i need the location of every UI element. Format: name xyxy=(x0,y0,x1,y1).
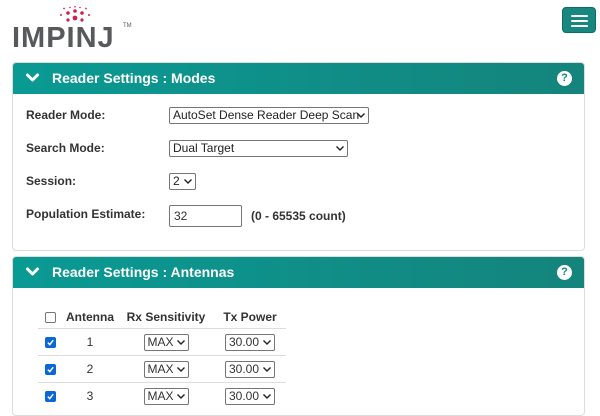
chevron-down-icon xyxy=(263,366,271,372)
chevron-down-icon xyxy=(176,366,185,372)
tx-power-select[interactable]: 30.00 xyxy=(225,333,275,351)
menu-toggle-button[interactable] xyxy=(562,7,596,33)
select-all-checkbox[interactable] xyxy=(44,311,56,323)
population-estimate-label: Population Estimate: xyxy=(26,207,146,221)
reader-mode-value: AutoSet Dense Reader Deep Scan xyxy=(173,108,360,122)
rx-value: MAX xyxy=(147,334,174,349)
session-select[interactable]: 2 xyxy=(169,173,196,190)
table-row: 3 MAX 30.00 xyxy=(38,382,286,409)
row-checkbox-cell xyxy=(38,355,62,383)
rx-sensitivity-select[interactable]: MAX xyxy=(143,360,189,378)
antenna-enable-checkbox[interactable] xyxy=(44,337,56,349)
row-checkbox-cell xyxy=(38,382,62,409)
antenna-number: 2 xyxy=(62,355,118,383)
tx-cell: 30.00 xyxy=(214,355,286,383)
reader-antennas-panel: Reader Settings : Antennas ? Antenna Rx … xyxy=(12,256,585,416)
check-icon xyxy=(46,367,54,374)
reader-modes-panel-header[interactable]: Reader Settings : Modes ? xyxy=(13,63,584,94)
antenna-enable-checkbox[interactable] xyxy=(44,364,56,376)
rx-sensitivity-select[interactable]: MAX xyxy=(143,333,189,351)
session-label: Session: xyxy=(26,174,77,188)
tx-value: 30.00 xyxy=(229,388,260,403)
table-header-row: Antenna Rx Sensitivity Tx Power xyxy=(38,305,286,329)
logo-wordmark: IMPINJ xyxy=(12,22,115,54)
rx-cell: MAX xyxy=(118,355,214,383)
rx-value: MAX xyxy=(147,388,174,403)
antenna-table: Antenna Rx Sensitivity Tx Power 1 MAX 30… xyxy=(38,305,286,409)
chevron-down-icon xyxy=(184,179,192,184)
population-estimate-input[interactable]: 32 xyxy=(169,205,242,227)
table-row: 1 MAX 30.00 xyxy=(38,328,286,356)
reader-mode-label: Reader Mode: xyxy=(26,108,106,122)
antenna-number: 3 xyxy=(62,382,118,409)
help-icon[interactable]: ? xyxy=(557,265,572,280)
hamburger-icon xyxy=(571,15,588,17)
reader-mode-select[interactable]: AutoSet Dense Reader Deep Scan xyxy=(169,107,369,124)
antenna-enable-checkbox[interactable] xyxy=(44,391,56,403)
chevron-down-icon xyxy=(176,339,185,345)
tx-power-select[interactable]: 30.00 xyxy=(225,360,275,378)
chevron-down-icon xyxy=(176,393,185,399)
panel-title: Reader Settings : Modes xyxy=(52,70,216,86)
check-icon xyxy=(46,340,54,347)
page-header: IMPINJ TM xyxy=(0,0,600,58)
hamburger-icon xyxy=(571,20,588,22)
session-value: 2 xyxy=(173,174,180,188)
tx-cell: 30.00 xyxy=(214,382,286,409)
tx-value: 30.00 xyxy=(229,334,260,349)
row-checkbox-cell xyxy=(38,328,62,356)
tx-value: 30.00 xyxy=(229,361,260,376)
column-header-tx-power: Tx Power xyxy=(223,309,277,324)
hamburger-icon xyxy=(571,25,588,27)
rx-sensitivity-select[interactable]: MAX xyxy=(143,387,189,405)
chevron-down-icon xyxy=(336,146,344,151)
chevron-down-icon xyxy=(357,113,365,118)
tx-power-select[interactable]: 30.00 xyxy=(225,387,275,405)
chevron-down-icon xyxy=(263,393,271,399)
panel-title: Reader Settings : Antennas xyxy=(52,264,235,280)
search-mode-label: Search Mode: xyxy=(26,141,105,155)
column-header-antenna: Antenna xyxy=(66,309,114,324)
reader-modes-panel: Reader Settings : Modes ? Reader Mode: A… xyxy=(12,62,585,251)
help-icon[interactable]: ? xyxy=(557,71,572,86)
column-header-rx-sensitivity: Rx Sensitivity xyxy=(126,309,206,324)
reader-antennas-panel-header[interactable]: Reader Settings : Antennas ? xyxy=(13,257,584,288)
chevron-down-icon xyxy=(26,267,39,276)
chevron-down-icon xyxy=(26,73,39,82)
search-mode-value: Dual Target xyxy=(173,141,235,155)
logo-trademark: TM xyxy=(123,23,132,29)
rx-cell: MAX xyxy=(118,328,214,356)
search-mode-select[interactable]: Dual Target xyxy=(169,140,348,157)
impinj-logo: IMPINJ TM xyxy=(12,4,132,54)
rx-cell: MAX xyxy=(118,382,214,409)
select-all-cell xyxy=(38,305,62,329)
population-range-hint: (0 - 65535 count) xyxy=(251,209,346,223)
chevron-down-icon xyxy=(263,339,271,345)
table-row: 2 MAX 30.00 xyxy=(38,355,286,383)
antenna-number: 1 xyxy=(62,328,118,356)
rx-value: MAX xyxy=(147,361,174,376)
tx-cell: 30.00 xyxy=(214,328,286,356)
check-icon xyxy=(46,394,54,401)
